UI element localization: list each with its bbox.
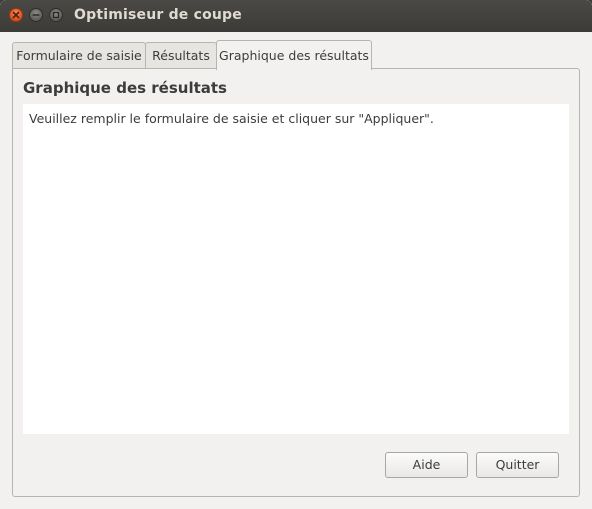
tab-graphique-des-resultats[interactable]: Graphique des résultats bbox=[216, 40, 372, 70]
maximize-button[interactable] bbox=[49, 8, 63, 22]
close-button[interactable] bbox=[9, 8, 23, 22]
tab-resultats[interactable]: Résultats bbox=[145, 42, 217, 69]
application-window: Optimiseur de coupe Formulaire de saisie… bbox=[0, 0, 592, 509]
minimize-button[interactable] bbox=[29, 8, 43, 22]
help-button[interactable]: Aide bbox=[385, 452, 468, 478]
tab-panel: Graphique des résultats Veuillez remplir… bbox=[12, 68, 580, 497]
title-bar[interactable]: Optimiseur de coupe bbox=[0, 0, 592, 32]
tab-formulaire-de-saisie[interactable]: Formulaire de saisie bbox=[12, 42, 146, 69]
maximize-icon bbox=[52, 11, 60, 19]
window-title: Optimiseur de coupe bbox=[74, 7, 242, 23]
instruction-message: Veuillez remplir le formulaire de saisie… bbox=[29, 111, 434, 126]
panel-title: Graphique des résultats bbox=[23, 79, 227, 97]
minimize-icon bbox=[32, 14, 40, 16]
chart-area: Veuillez remplir le formulaire de saisie… bbox=[23, 104, 569, 434]
close-icon bbox=[12, 11, 20, 19]
quit-button[interactable]: Quitter bbox=[476, 452, 559, 478]
